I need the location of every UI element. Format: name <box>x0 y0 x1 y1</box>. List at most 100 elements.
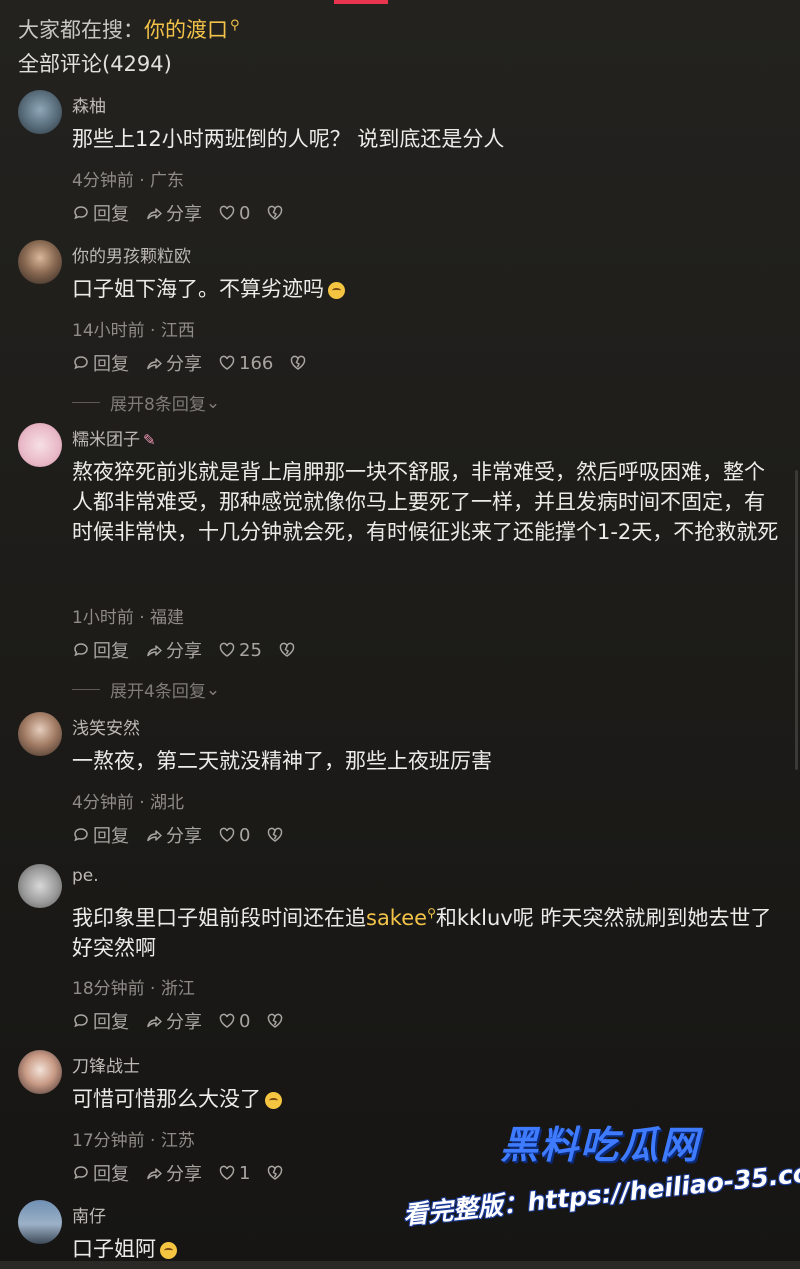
like-button[interactable]: 0 <box>218 1011 250 1032</box>
avatar[interactable] <box>18 864 62 908</box>
avatar[interactable] <box>18 712 62 756</box>
like-button[interactable]: 0 <box>218 203 250 224</box>
comment-actions: 回复 分享 25 <box>72 637 315 663</box>
share-button[interactable]: 分享 <box>145 637 202 663</box>
comment-meta: 4分钟前 · 广东 <box>72 171 185 191</box>
share-button[interactable]: 分享 <box>145 822 202 848</box>
comment-meta: 17分钟前 · 江苏 <box>72 1131 195 1151</box>
comment-username[interactable]: 刀锋战士 <box>72 1052 140 1077</box>
broken-heart-icon <box>279 642 295 657</box>
dislike-button[interactable] <box>266 1012 287 1030</box>
expand-replies-button[interactable]: 展开4条回复 ⌄ <box>72 677 220 702</box>
broken-heart-icon <box>268 827 283 842</box>
broken-heart-icon <box>268 205 283 220</box>
share-button[interactable]: 分享 <box>145 200 202 226</box>
avatar[interactable] <box>18 423 62 467</box>
avatar[interactable] <box>18 1200 62 1244</box>
heart-icon <box>219 827 235 842</box>
comment-username[interactable]: pe. <box>72 866 99 886</box>
like-count: 166 <box>239 352 274 374</box>
divider <box>72 689 100 690</box>
like-button[interactable]: 166 <box>218 353 273 374</box>
candy-icon: ✎ <box>143 431 156 449</box>
dislike-button[interactable] <box>266 826 287 844</box>
search-prefix: 大家都在搜： <box>18 18 144 42</box>
comment-text: 熬夜猝死前兆就是背上肩胛那一块不舒服，非常难受，然后呼吸困难，整个人都非常难受，… <box>72 460 779 544</box>
comment-username[interactable]: 浅笑安然 <box>72 714 140 739</box>
share-arrow-icon <box>147 645 162 657</box>
crying-emoji-icon <box>160 1241 177 1259</box>
comment-actions: 回复 分享 166 <box>72 350 326 376</box>
avatar[interactable] <box>18 1050 62 1094</box>
reply-button[interactable]: 回复 <box>72 1008 129 1034</box>
dislike-button[interactable] <box>266 1164 287 1182</box>
comment-bubble-icon <box>74 1014 88 1028</box>
broken-heart-icon <box>268 1013 283 1028</box>
reply-button[interactable]: 回复 <box>72 1160 129 1186</box>
comment-actions: 回复 分享 1 <box>72 1160 303 1186</box>
broken-heart-icon <box>291 355 306 370</box>
comment-text: 我印象里口子姐前段时间还在追sakee⚲和kkluv呢 昨天突然就刷到她去世了 … <box>72 906 772 960</box>
like-count: 1 <box>239 1162 251 1184</box>
comment-actions: 回复 分享 0 <box>72 1008 303 1034</box>
comment-username[interactable]: 森柚 <box>72 92 106 117</box>
search-icon: ⚲ <box>427 906 436 920</box>
heart-icon <box>219 1013 235 1028</box>
comment-bubble-icon <box>74 828 88 842</box>
comment-text: 可惜可惜那么大没了 <box>72 1084 784 1114</box>
share-arrow-icon <box>147 358 162 370</box>
comment-count: 全部评论(4294) <box>18 52 172 76</box>
comment-text: 一熬夜，第二天就没精神了，那些上夜班厉害 <box>72 749 492 773</box>
scrollbar[interactable] <box>795 470 798 770</box>
heart-icon <box>219 1165 235 1180</box>
like-count: 0 <box>239 824 251 846</box>
divider <box>72 402 100 403</box>
dislike-button[interactable] <box>289 354 310 372</box>
expand-replies-button[interactable]: 展开8条回复 ⌄ <box>72 390 220 415</box>
comment-actions: 回复 分享 0 <box>72 822 303 848</box>
comment-username[interactable]: 你的男孩颗粒欧 <box>72 242 191 267</box>
like-count: 0 <box>239 1010 251 1032</box>
share-button[interactable]: 分享 <box>145 1008 202 1034</box>
comment-meta: 4分钟前 · 湖北 <box>72 793 185 813</box>
shocked-emoji-icon <box>265 1091 282 1109</box>
comment-bubble-icon <box>74 643 88 657</box>
search-link[interactable]: sakee⚲ <box>366 906 436 930</box>
reply-button[interactable]: 回复 <box>72 637 129 663</box>
comment-meta: 14小时前 · 江西 <box>72 321 195 341</box>
reply-button[interactable]: 回复 <box>72 200 129 226</box>
share-button[interactable]: 分享 <box>145 350 202 376</box>
heart-icon <box>219 355 235 370</box>
like-button[interactable]: 1 <box>218 1163 250 1184</box>
chevron-down-icon: ⌄ <box>205 679 221 700</box>
comment-bubble-icon <box>74 1166 88 1180</box>
crying-emoji-icon <box>328 281 345 299</box>
avatar[interactable] <box>18 90 62 134</box>
like-button[interactable]: 0 <box>218 825 250 846</box>
like-button[interactable]: 25 <box>218 640 262 661</box>
share-arrow-icon <box>147 208 162 220</box>
comment-bubble-icon <box>74 356 88 370</box>
top-indicator <box>334 0 388 4</box>
dislike-button[interactable] <box>266 204 287 222</box>
reply-button[interactable]: 回复 <box>72 350 129 376</box>
like-count: 0 <box>239 202 251 224</box>
comment-text: 口子姐阿 <box>72 1234 784 1264</box>
avatar[interactable] <box>18 240 62 284</box>
comment-username[interactable]: 糯米团子 ✎ <box>72 425 156 450</box>
comment-actions: 回复 分享 0 <box>72 200 303 226</box>
comment-username[interactable]: 南仔 <box>72 1202 106 1227</box>
watermark-brand: 黑料吃瓜网 <box>500 1123 701 1167</box>
dislike-button[interactable] <box>278 641 299 659</box>
like-count: 25 <box>239 639 262 661</box>
comment-text: 那些上12小时两班倒的人呢？ 说到底还是分人 <box>72 127 505 151</box>
reply-button[interactable]: 回复 <box>72 822 129 848</box>
comment-bubble-icon <box>74 206 88 220</box>
heart-icon <box>219 642 235 657</box>
search-keyword[interactable]: 你的渡口 <box>144 18 228 42</box>
comment-meta: 18分钟前 · 浙江 <box>72 979 195 999</box>
chevron-down-icon: ⌄ <box>205 392 221 413</box>
share-arrow-icon <box>147 1168 162 1180</box>
share-button[interactable]: 分享 <box>145 1160 202 1186</box>
search-suggestion[interactable]: 大家都在搜：你的渡口 ⚲ <box>18 14 240 44</box>
